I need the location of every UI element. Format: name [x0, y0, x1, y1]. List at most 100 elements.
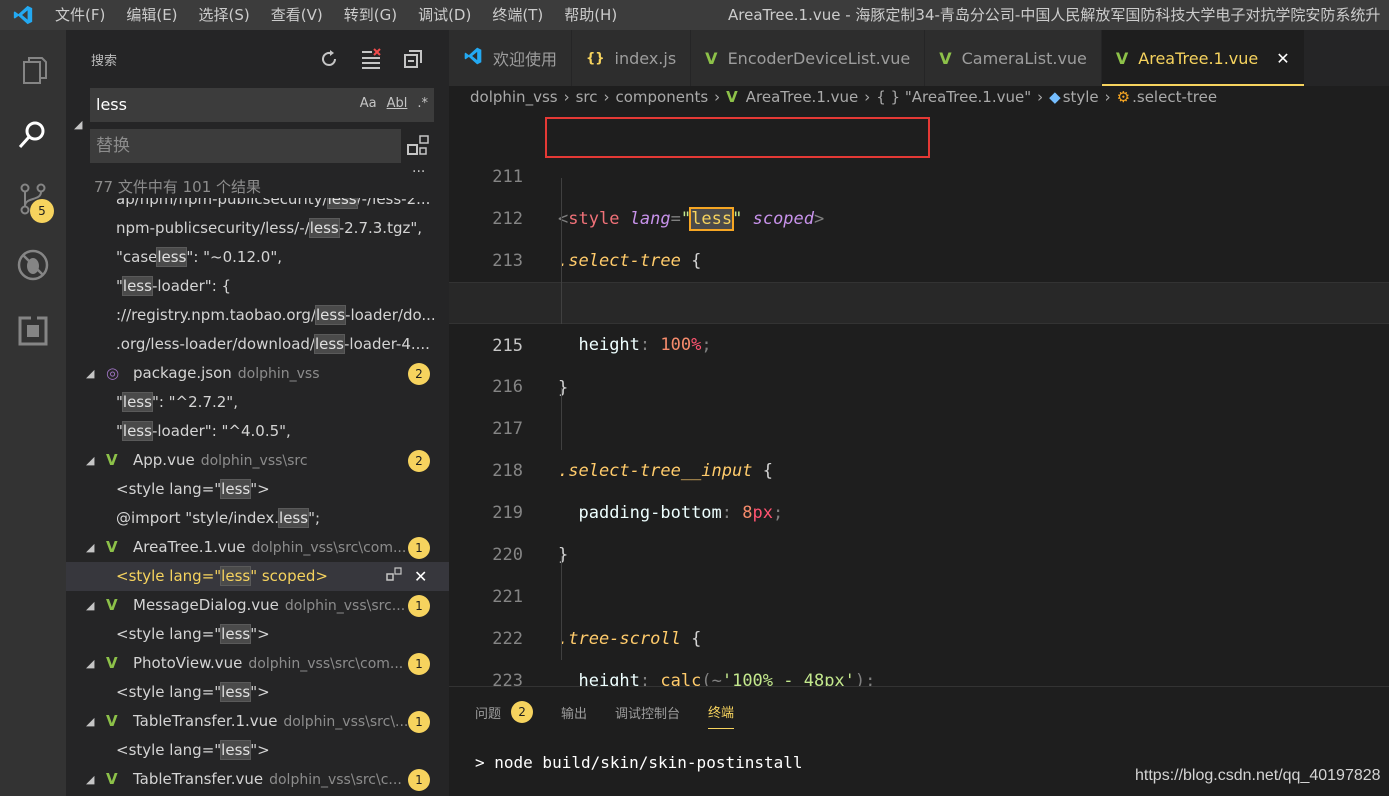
more-options-icon[interactable]: ...: [412, 160, 425, 176]
expanded-twistie-icon[interactable]: ◢: [86, 649, 94, 678]
replace-icon[interactable]: [386, 562, 402, 591]
search-result-match[interactable]: <style lang="less">: [66, 678, 449, 707]
search-result-match[interactable]: ://registry.npm.taobao.org/less-loader/d…: [66, 301, 449, 330]
breadcrumb-item[interactable]: AreaTree.1.vue: [746, 88, 858, 106]
search-icon[interactable]: [0, 102, 66, 168]
file-name: AreaTree.1.vue: [133, 538, 246, 556]
match-word-icon[interactable]: Abl: [387, 96, 408, 111]
match-text: ://registry.npm.taobao.org/less-loader/d…: [116, 305, 436, 325]
search-result-match[interactable]: ap/npm/npm-publicsecurity/less/-/less-2.…: [66, 198, 449, 214]
close-tab-icon[interactable]: ✕: [1276, 49, 1289, 68]
match-count-badge: 2: [408, 450, 430, 472]
code-line: 223 overflow-y: auto;: [449, 618, 1389, 686]
breadcrumb-item[interactable]: style: [1063, 88, 1099, 106]
file-name: App.vue: [133, 451, 195, 469]
search-result-file[interactable]: ◢ V AreaTree.1.vue dolphin_vss\src\com... 1: [66, 533, 449, 562]
search-result-match[interactable]: "less": "^2.7.2",: [66, 388, 449, 417]
match-count-badge: 2: [408, 363, 430, 385]
tab--[interactable]: 欢迎使用: [449, 30, 573, 86]
menu-goto[interactable]: 转到(G): [335, 0, 409, 30]
breadcrumb-item[interactable]: .select-tree: [1132, 88, 1217, 106]
extensions-icon[interactable]: [0, 298, 66, 364]
search-result-file[interactable]: ◢ V App.vue dolphin_vss\src 2: [66, 446, 449, 475]
file-name: TableTransfer.vue: [133, 770, 264, 788]
search-result-file[interactable]: ◢ V PhotoView.vue dolphin_vss\src\com... 1: [66, 649, 449, 678]
code-line: 211 <style lang="less" scoped>: [449, 114, 1389, 231]
code-editor[interactable]: 211 <style lang="less" scoped> 212 .sele…: [449, 114, 1389, 686]
menu-file[interactable]: 文件(F): [46, 0, 117, 30]
search-result-match[interactable]: <style lang="less">: [66, 736, 449, 765]
search-input[interactable]: less Aa Abl .*: [90, 88, 434, 122]
sidebar-title: 搜索: [91, 54, 118, 69]
match-text: .org/less-loader/download/less-loader-4.…: [116, 334, 430, 354]
regex-icon[interactable]: .*: [417, 96, 428, 111]
breadcrumb-item[interactable]: components: [615, 88, 708, 106]
tab-areatree-1-vue[interactable]: V AreaTree.1.vue ✕: [1101, 30, 1305, 86]
vue-file-icon: V: [106, 596, 118, 614]
match-count-badge: 1: [408, 653, 430, 675]
match-highlight: less: [326, 198, 358, 209]
clear-results-icon[interactable]: [358, 46, 384, 72]
vue-file-icon: V: [106, 538, 118, 556]
terminal-output[interactable]: > node build/skin/skin-postinstall: [475, 753, 803, 772]
refresh-icon[interactable]: [316, 46, 342, 72]
expanded-twistie-icon[interactable]: ◢: [86, 446, 94, 475]
expanded-twistie-icon[interactable]: ◢: [86, 707, 94, 736]
search-result-match[interactable]: .org/less-loader/download/less-loader-4.…: [66, 330, 449, 359]
match-case-icon[interactable]: Aa: [360, 96, 377, 111]
indent-guide: [561, 388, 562, 450]
search-result-match[interactable]: <style lang="less">: [66, 620, 449, 649]
menu-debug[interactable]: 调试(D): [409, 0, 483, 30]
problems-badge: 2: [511, 701, 534, 723]
search-result-match[interactable]: <style lang="less">: [66, 475, 449, 504]
breadcrumb-item[interactable]: src: [576, 88, 598, 106]
search-result-match[interactable]: @import "style/index.less";: [66, 504, 449, 533]
explorer-icon[interactable]: [0, 38, 66, 104]
menu-edit[interactable]: 编辑(E): [117, 0, 189, 30]
breadcrumb-item[interactable]: dolphin_vss: [470, 88, 558, 106]
panel-tab-debug-console[interactable]: 调试控制台: [615, 701, 680, 729]
search-result-file[interactable]: ◢ V TableTransfer.vue dolphin_vss\src\c... 1: [66, 765, 449, 794]
code-line: 217 .select-tree__input {: [449, 366, 1389, 481]
expanded-twistie-icon[interactable]: ◢: [86, 591, 94, 620]
tab-encoderdevicelist-vue[interactable]: V EncoderDeviceList.vue: [691, 30, 926, 86]
search-result-file[interactable]: ◢ ◎ package.json dolphin_vss 2: [66, 359, 449, 388]
file-path: dolphin_vss\src\com...: [251, 540, 407, 556]
panel-tab-terminal[interactable]: 终端: [708, 701, 735, 729]
code-line: 219 }: [449, 450, 1389, 565]
search-result-match[interactable]: "less-loader": {: [66, 272, 449, 301]
tab-cameralist-vue[interactable]: V CameraList.vue: [925, 30, 1102, 86]
expanded-twistie-icon[interactable]: ◢: [86, 359, 94, 388]
replace-all-icon[interactable]: [406, 134, 430, 158]
js-icon: {}: [586, 50, 605, 66]
search-result-match-selected[interactable]: <style lang="less" scoped> ✕: [66, 562, 449, 591]
toggle-replace-icon[interactable]: ◢: [74, 118, 82, 131]
indent-guide: [561, 556, 562, 660]
code-line: 212 .select-tree {: [449, 156, 1389, 271]
search-result-match[interactable]: npm-publicsecurity/less/-/less-2.7.3.tgz…: [66, 214, 449, 243]
expanded-twistie-icon[interactable]: ◢: [86, 533, 94, 562]
breadcrumb-item[interactable]: { } "AreaTree.1.vue": [876, 88, 1031, 106]
panel-tab-output[interactable]: 输出: [561, 701, 587, 729]
match-text: <style lang="less">: [116, 624, 270, 644]
menu-view[interactable]: 查看(V): [262, 0, 335, 30]
menu-help[interactable]: 帮助(H): [555, 0, 629, 30]
search-result-match[interactable]: "caseless": "~0.12.0",: [66, 243, 449, 272]
search-result-file[interactable]: ◢ V TableTransfer.1.vue dolphin_vss\src\...…: [66, 707, 449, 736]
expanded-twistie-icon[interactable]: ◢: [86, 765, 94, 794]
match-text: <style lang="less">: [116, 479, 270, 499]
tab-index-js[interactable]: {} index.js: [572, 30, 692, 86]
panel-tab-problems[interactable]: 问题 2: [475, 701, 534, 729]
search-result-file[interactable]: ◢ V MessageDialog.vue dolphin_vss\src... 1: [66, 591, 449, 620]
replace-input[interactable]: [96, 136, 386, 156]
menu-terminal[interactable]: 终端(T): [483, 0, 555, 30]
match-text: ap/npm/npm-publicsecurity/less/-/less-2.…: [116, 198, 430, 209]
collapse-all-icon[interactable]: [400, 46, 426, 72]
file-path: dolphin_vss\src\...: [283, 714, 409, 730]
code-line: 213 position: relative;: [449, 198, 1389, 313]
menu-selection[interactable]: 选择(S): [190, 0, 262, 30]
search-result-match[interactable]: "less-loader": "^4.0.5",: [66, 417, 449, 446]
debug-icon[interactable]: [0, 232, 66, 298]
dismiss-icon[interactable]: ✕: [414, 562, 427, 591]
source-control-icon[interactable]: [0, 166, 66, 232]
